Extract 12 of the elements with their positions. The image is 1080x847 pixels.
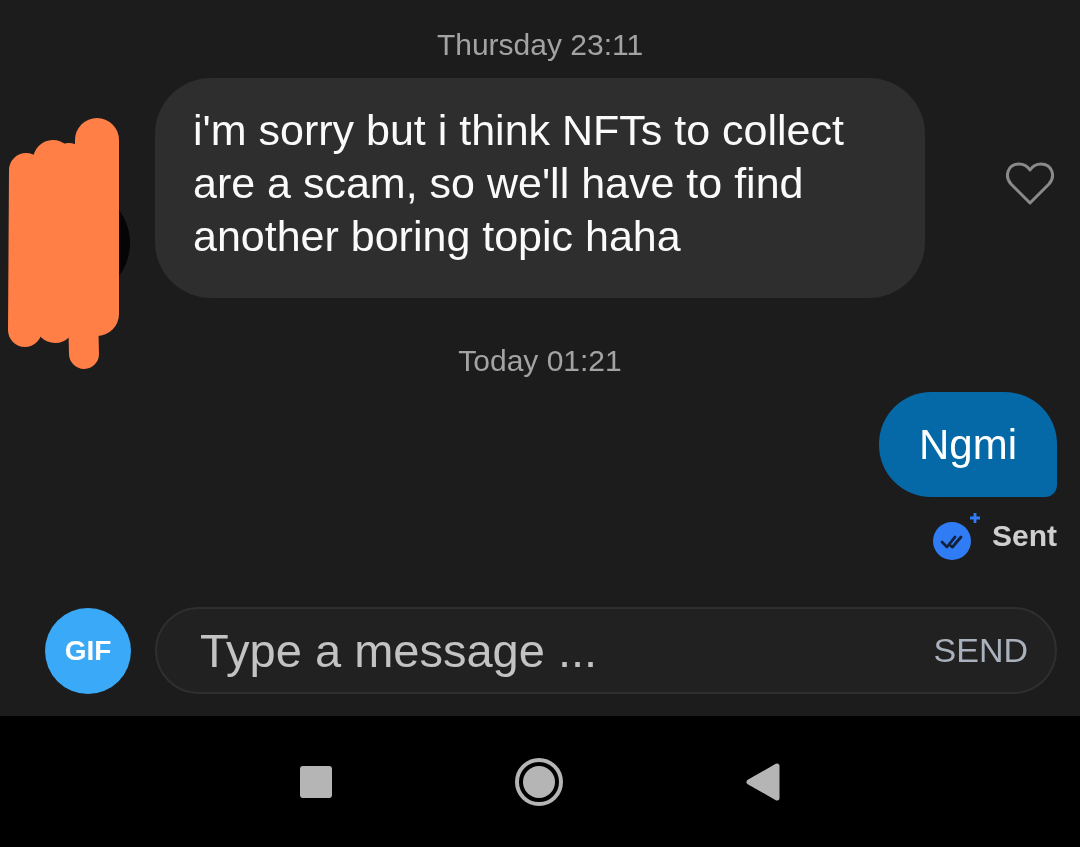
back-icon[interactable] <box>746 762 780 801</box>
message-bubble: Ngmi <box>879 392 1057 497</box>
double-check-icon <box>933 512 981 560</box>
timestamp: Thursday 23:11 <box>436 27 644 63</box>
message-input[interactable]: Type a message ... SEND <box>155 607 1057 694</box>
message-bubble: i'm sorry but i think NFTs to collect are a scam, so we'll have to find another boring topic haha <box>155 78 925 298</box>
send-button[interactable]: SEND <box>933 631 1028 670</box>
timestamp: Today 01:21 <box>458 343 622 379</box>
square-icon[interactable] <box>300 765 332 798</box>
circle-icon[interactable] <box>515 757 563 806</box>
delivery-status: Sent <box>992 518 1057 554</box>
heart-icon[interactable] <box>1005 160 1055 206</box>
